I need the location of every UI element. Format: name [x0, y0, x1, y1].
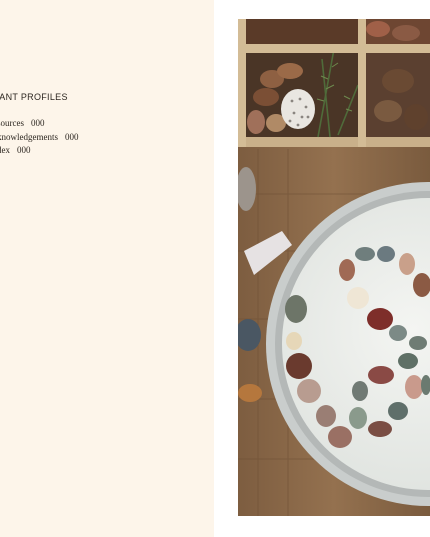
- toc-entry-page: 000: [17, 145, 31, 155]
- toc-entry-label: sources: [0, 118, 24, 128]
- toc-entry-page: 000: [31, 118, 45, 128]
- stones-photo: [238, 19, 430, 516]
- toc-entry: knowledgements 000: [0, 131, 79, 145]
- page-gutter: [214, 0, 238, 537]
- table-of-contents: sources 000 knowledgements 000 dex 000: [0, 117, 79, 158]
- toc-entry-label: knowledgements: [0, 131, 58, 142]
- toc-entry: dex 000: [0, 144, 79, 158]
- toc-entry-label: dex: [0, 145, 10, 155]
- stones-illustration: [238, 19, 430, 516]
- toc-entry: sources 000: [0, 117, 79, 131]
- toc-entry-page: 000: [65, 131, 79, 142]
- specimen-box: [238, 19, 430, 147]
- left-page: LANT PROFILES sources 000 knowledgements 0…: [0, 0, 214, 537]
- section-heading: LANT PROFILES: [0, 92, 68, 102]
